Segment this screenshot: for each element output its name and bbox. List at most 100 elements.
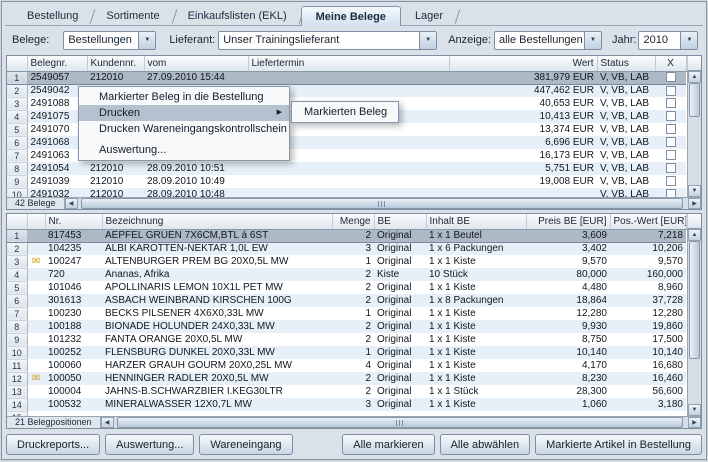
tab-meine-belege[interactable]: Meine Belege: [301, 6, 401, 26]
wareneingang-button[interactable]: Wareneingang: [199, 434, 292, 455]
position-row[interactable]: 13100004JAHNS-B.SCHWARZBIER I.KEG30LTR2O…: [7, 385, 686, 398]
belege-vscrollbar[interactable]: ▲ ▼: [687, 71, 701, 197]
mail-icon: ✉: [32, 373, 40, 384]
col-x[interactable]: X: [655, 56, 686, 71]
beleg-row[interactable]: 8249105421201028.09.2010 10:515,751 EURV…: [7, 162, 686, 175]
vscroll-thumb[interactable]: [689, 241, 700, 359]
row-number: 6: [7, 136, 27, 149]
dropdown-arrow-icon[interactable]: ▼: [584, 32, 601, 49]
row-checkbox[interactable]: [666, 72, 676, 82]
col-vom[interactable]: vom: [144, 56, 248, 71]
position-row[interactable]: 10100252FLENSBURG DUNKEL 20X0,33L MW1Ori…: [7, 346, 686, 359]
hscroll-thumb[interactable]: [81, 198, 683, 209]
beleg-row[interactable]: 9249103921201028.09.2010 10:4919,008 EUR…: [7, 175, 686, 188]
dropdown-arrow-icon[interactable]: ▼: [419, 32, 436, 49]
cell-wert: 381,979 EUR: [449, 71, 597, 84]
col-nr[interactable]: Nr.: [45, 214, 102, 229]
cell-mail: [27, 242, 45, 255]
position-row[interactable]: 7100230BECKS PILSENER 4X6X0,33L MW1Origi…: [7, 307, 686, 320]
hscroll-thumb[interactable]: [117, 417, 683, 428]
col-liefertermin[interactable]: Liefertermin: [248, 56, 449, 71]
cell-bezeichnung: AEPFEL GRUEN 7X6CM,BTL á 6ST: [102, 229, 332, 242]
col-preis-be[interactable]: Preis BE [EUR]: [526, 214, 610, 229]
scroll-right-button[interactable]: ▶: [688, 198, 701, 209]
scroll-down-button[interactable]: ▼: [688, 185, 701, 197]
col-status[interactable]: Status: [597, 56, 655, 71]
row-checkbox[interactable]: [666, 98, 676, 108]
cell-mail: [27, 294, 45, 307]
row-checkbox[interactable]: [666, 137, 676, 147]
row-checkbox[interactable]: [666, 163, 676, 173]
position-row[interactable]: 3✉100247ALTENBURGER PREM BG 20X0,5L MW1O…: [7, 255, 686, 268]
dropdown-arrow-icon[interactable]: ▼: [680, 32, 697, 49]
scroll-left-button[interactable]: ◀: [101, 417, 114, 428]
tab-lager[interactable]: Lager: [401, 7, 457, 25]
position-row[interactable]: 12✉100050HENNINGER RADLER 20X0,5L MW2Ori…: [7, 372, 686, 385]
vscroll-thumb[interactable]: [689, 83, 700, 117]
scroll-down-button[interactable]: ▼: [688, 404, 701, 416]
cell-wert: 16,173 EUR: [449, 149, 597, 162]
cell-inhalt-be: 1 x 1 Stück: [426, 385, 526, 398]
col-menge[interactable]: Menge: [332, 214, 374, 229]
beleg-row[interactable]: 1254905721201027.09.2010 15:44381,979 EU…: [7, 71, 686, 84]
anzeige-combo[interactable]: alle Bestellungen ▼: [494, 31, 602, 50]
dropdown-arrow-icon[interactable]: ▼: [138, 32, 155, 49]
alle-markieren-button[interactable]: Alle markieren: [342, 434, 434, 455]
col-inhalt-be[interactable]: Inhalt BE: [426, 214, 526, 229]
positionen-hscrollbar[interactable]: ◀ ▶: [101, 417, 701, 428]
action-bar: Druckreports...Auswertung...Wareneingang…: [6, 434, 702, 455]
position-row[interactable]: 5101046APOLLINARIS LEMON 10X1L PET MW2Or…: [7, 281, 686, 294]
menu-item-drucken-wareneingangskontrollschein[interactable]: Drucken Wareneingangskontrollschein: [79, 121, 289, 137]
cell-be: Original: [374, 294, 426, 307]
cell-pos-wert: 3,180: [610, 398, 686, 411]
submenu-item-markierten-beleg[interactable]: Markierten Beleg: [292, 104, 398, 120]
row-number: 9: [7, 175, 27, 188]
scroll-right-button[interactable]: ▶: [688, 417, 701, 428]
tab-bestellung[interactable]: Bestellung: [13, 7, 92, 25]
belege-hscrollbar[interactable]: ◀ ▶: [65, 198, 701, 209]
position-row[interactable]: 6301613ASBACH WEINBRAND KIRSCHEN 100G2Or…: [7, 294, 686, 307]
belege-combo[interactable]: Bestellungen ▼: [63, 31, 156, 50]
col-pos-wert[interactable]: Pos.-Wert [EUR]: [610, 214, 686, 229]
tab-einkaufslisten-ekl[interactable]: Einkaufslisten (EKL): [174, 7, 301, 25]
menu-item-drucken[interactable]: Drucken▶: [79, 105, 289, 121]
row-checkbox[interactable]: [666, 189, 676, 197]
jahr-combo[interactable]: 2010 ▼: [638, 31, 698, 50]
position-row[interactable]: 9101232FANTA ORANGE 20X0,5L MW2Original1…: [7, 333, 686, 346]
row-checkbox[interactable]: [666, 176, 676, 186]
scroll-up-button[interactable]: ▲: [688, 229, 701, 241]
lieferant-combo[interactable]: Unser Trainingslieferant ▼: [218, 31, 437, 50]
row-checkbox[interactable]: [666, 150, 676, 160]
col-be[interactable]: BE: [374, 214, 426, 229]
col-bezeichnung[interactable]: Bezeichnung: [102, 214, 332, 229]
row-checkbox[interactable]: [666, 111, 676, 121]
tab-sortimente[interactable]: Sortimente: [92, 7, 173, 25]
row-checkbox[interactable]: [666, 86, 676, 96]
cell-wert: 19,008 EUR: [449, 175, 597, 188]
menu-item-auswertung[interactable]: Auswertung...: [79, 142, 289, 158]
col-wert[interactable]: Wert: [449, 56, 597, 71]
cell-be: Original: [374, 307, 426, 320]
cell-inhalt-be: 1 x 1 Kiste: [426, 307, 526, 320]
col-belegnr[interactable]: Belegnr.: [27, 56, 87, 71]
position-row[interactable]: 8100188BIONADE HOLUNDER 24X0,33L MW2Orig…: [7, 320, 686, 333]
beleg-row[interactable]: 10249103221201028.09.2010 10:48V, VB, LA…: [7, 188, 686, 197]
auswertung-button[interactable]: Auswertung...: [105, 434, 194, 455]
scroll-left-button[interactable]: ◀: [65, 198, 78, 209]
menu-separator: [82, 139, 286, 140]
druckreports-button[interactable]: Druckreports...: [6, 434, 100, 455]
position-row[interactable]: 11100060HARZER GRAUH GOURM 20X0,25L MW4O…: [7, 359, 686, 372]
positionen-vscrollbar[interactable]: ▲ ▼: [687, 229, 701, 416]
position-row[interactable]: 1817453AEPFEL GRUEN 7X6CM,BTL á 6ST2Orig…: [7, 229, 686, 242]
position-row[interactable]: 4720Ananas, Afrika2Kiste10 Stück80,00016…: [7, 268, 686, 281]
position-row[interactable]: 14100532MINERALWASSER 12X0,7L MW3Origina…: [7, 398, 686, 411]
row-checkbox[interactable]: [666, 124, 676, 134]
row-number: 7: [7, 149, 27, 162]
col-kundennr[interactable]: Kundennr.: [87, 56, 144, 71]
alle-abw-hlen-button[interactable]: Alle abwählen: [440, 434, 531, 455]
markierte-artikel-in-bestellung-button[interactable]: Markierte Artikel in Bestellung: [535, 434, 702, 455]
scroll-up-button[interactable]: ▲: [688, 71, 701, 83]
menu-item-markierter-beleg-in-die-bestellung[interactable]: Markierter Beleg in die Bestellung: [79, 89, 289, 105]
positionen-footer: 21 Belegpositionen ◀ ▶: [7, 416, 701, 428]
position-row[interactable]: 2104235ALBI KAROTTEN-NEKTAR 1,0L EW3Orig…: [7, 242, 686, 255]
